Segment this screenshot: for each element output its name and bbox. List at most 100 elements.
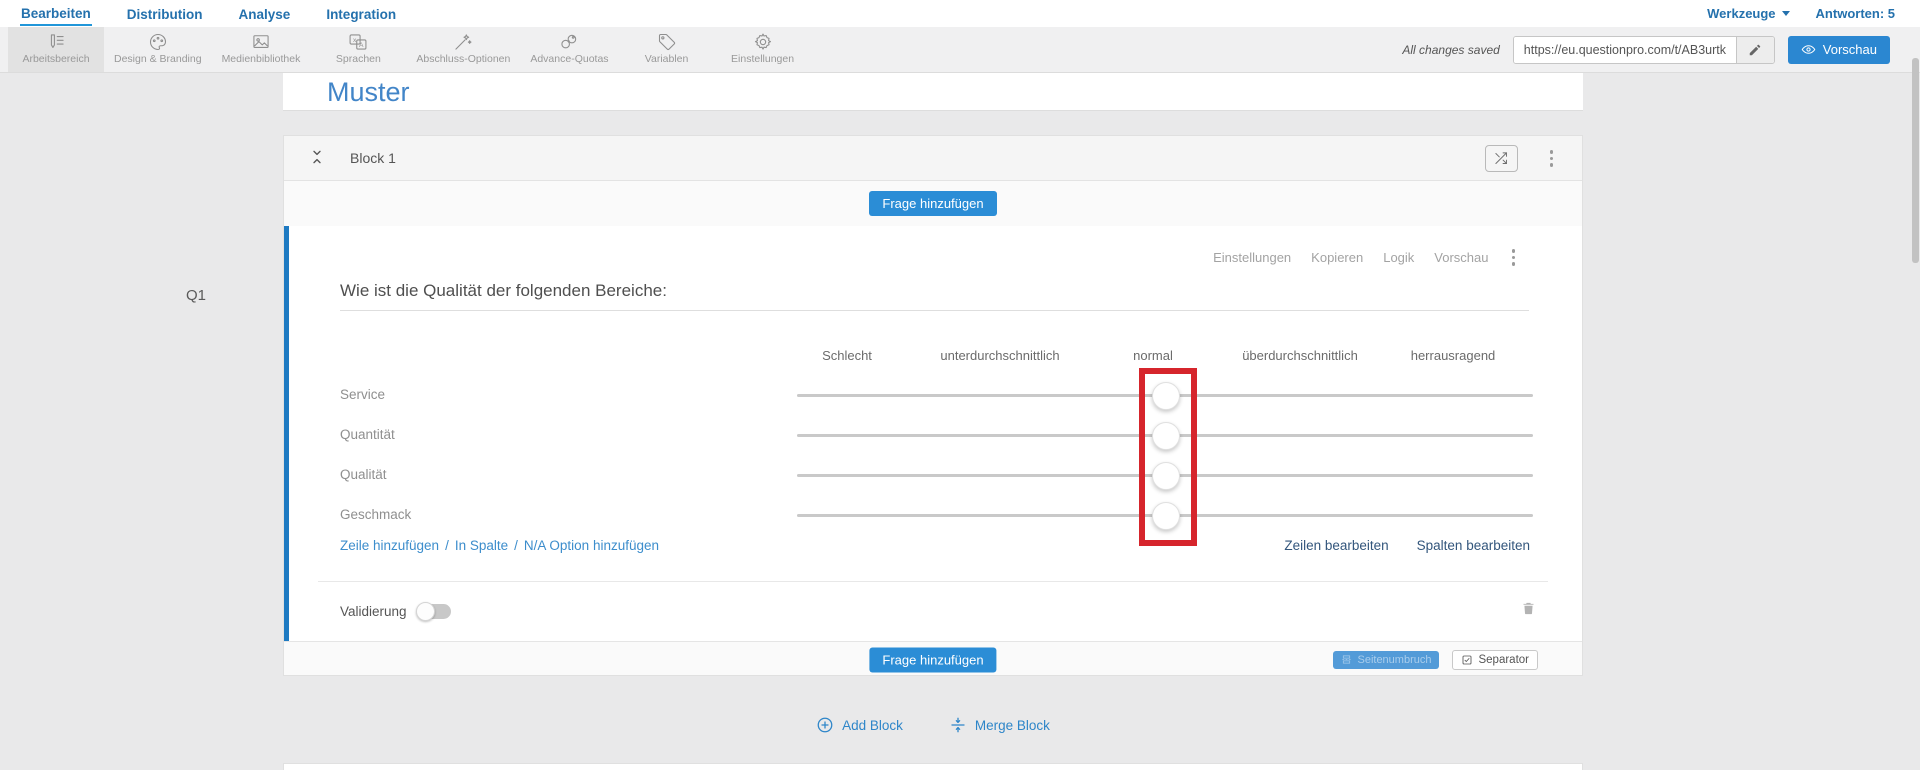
matrix-row: Service <box>284 376 1582 416</box>
toolbar-item-label: Design & Branding <box>114 53 202 65</box>
question-text-underline <box>340 310 1529 311</box>
add-block-button[interactable]: Add Block <box>816 716 903 734</box>
save-status: All changes saved <box>1402 42 1500 57</box>
edit-columns-link[interactable]: Spalten bearbeiten <box>1417 538 1530 553</box>
matrix-row-label[interactable]: Quantität <box>340 427 395 442</box>
toolbar-item-einstellungen[interactable]: Einstellungen <box>715 27 811 72</box>
tools-dropdown-label: Werkzeuge <box>1707 6 1776 21</box>
slider-handle[interactable] <box>1152 422 1180 450</box>
block-card: Block 1 Frage hinzufügen Einstellungen K… <box>283 135 1583 676</box>
question-card: Einstellungen Kopieren Logik Vorschau Wi… <box>284 226 1582 641</box>
plus-circle-icon <box>817 717 833 733</box>
toolbar-item-arbeitsbereich[interactable]: Arbeitsbereich <box>8 27 104 72</box>
question-menu-more-button[interactable] <box>1509 246 1519 269</box>
link-separator: / <box>514 538 518 553</box>
toolbar-item-sprachen[interactable]: xA Sprachen <box>310 27 406 72</box>
vertical-scrollbar[interactable] <box>1912 58 1919 263</box>
matrix-row-label[interactable]: Geschmack <box>340 507 411 522</box>
shuffle-questions-button[interactable] <box>1485 145 1518 172</box>
question-menu-einstellungen[interactable]: Einstellungen <box>1213 250 1291 265</box>
tab-bearbeiten[interactable]: Bearbeiten <box>20 2 92 26</box>
editor-toolbar: Arbeitsbereich Design & Branding Medienb… <box>0 27 1920 73</box>
add-question-button-top[interactable]: Frage hinzufügen <box>869 191 997 216</box>
add-row-link[interactable]: Zeile hinzufügen <box>340 538 439 553</box>
toolbar-item-advance-quotas[interactable]: Advance-Quotas <box>520 27 618 72</box>
separator-label: Separator <box>1478 653 1529 666</box>
media-library-icon <box>253 35 269 48</box>
shuffle-icon <box>1495 152 1507 164</box>
languages-icon: xA <box>349 34 367 50</box>
matrix-column-label: unterdurchschnittlich <box>940 348 1060 363</box>
validation-toggle[interactable] <box>415 601 451 621</box>
linked-rings-icon <box>561 34 577 49</box>
survey-title-card: Muster <box>283 73 1583 111</box>
question-links-row: Zeile hinzufügen / In Spalte / N/A Optio… <box>340 538 1530 553</box>
eye-icon <box>1801 45 1816 54</box>
toolbar-item-design-branding[interactable]: Design & Branding <box>104 27 212 72</box>
nav-tabs: Bearbeiten Distribution Analyse Integrat… <box>20 2 397 26</box>
matrix-column-label: herrausragend <box>1410 348 1496 363</box>
matrix-row-label[interactable]: Qualität <box>340 467 387 482</box>
link-separator: / <box>445 538 449 553</box>
slider-handle[interactable] <box>1152 502 1180 530</box>
block-menu-button[interactable] <box>1547 147 1557 170</box>
pencil-icon <box>1750 44 1761 55</box>
validation-row: Validierung <box>340 596 1536 626</box>
toolbar-item-abschluss-optionen[interactable]: Abschluss-Optionen <box>406 27 520 72</box>
responses-count[interactable]: Antworten: 5 <box>1816 6 1895 21</box>
question-menu-vorschau[interactable]: Vorschau <box>1434 250 1488 265</box>
merge-block-label: Merge Block <box>974 717 1050 733</box>
matrix-row: Quantität <box>284 416 1582 456</box>
trash-icon <box>1523 602 1534 615</box>
page-break-label: Seitenumbruch <box>1357 653 1432 666</box>
tab-analyse[interactable]: Analyse <box>238 3 292 25</box>
preview-button[interactable]: Vorschau <box>1787 35 1890 64</box>
block-actions: Add Block Merge Block <box>283 716 1583 734</box>
toolbar-right: All changes saved Vorschau <box>1402 27 1920 72</box>
matrix-row-label[interactable]: Service <box>340 387 385 402</box>
question-text[interactable]: Wie ist die Qualität der folgenden Berei… <box>340 281 667 301</box>
add-block-label: Add Block <box>842 717 903 733</box>
toolbar-item-label: Abschluss-Optionen <box>416 53 511 65</box>
collapse-icon <box>313 150 321 164</box>
gear-icon <box>754 33 771 50</box>
questionpro-survey-editor: Bearbeiten Distribution Analyse Integrat… <box>0 0 1920 770</box>
matrix-column-label: normal <box>1133 348 1173 363</box>
palette-icon <box>149 33 166 51</box>
tab-integration[interactable]: Integration <box>325 3 397 25</box>
collapse-block-button[interactable] <box>308 148 330 170</box>
edit-rows-link[interactable]: Zeilen bearbeiten <box>1284 538 1388 553</box>
delete-question-button[interactable] <box>1521 600 1536 622</box>
toolbar-item-label: Sprachen <box>335 53 381 65</box>
edit-url-button[interactable] <box>1735 36 1774 63</box>
page-break-button[interactable]: Seitenumbruch <box>1333 650 1440 669</box>
wand-icon <box>455 34 472 50</box>
toolbar-item-medienbibliothek[interactable]: Medienbibliothek <box>212 27 311 72</box>
block-title[interactable]: Block 1 <box>350 150 396 166</box>
add-na-option-link[interactable]: N/A Option hinzufügen <box>524 538 659 553</box>
in-column-link[interactable]: In Spalte <box>455 538 508 553</box>
slider-handle[interactable] <box>1152 382 1180 410</box>
footer-right-controls: Seitenumbruch Separator <box>1333 649 1538 670</box>
caret-down-icon <box>1781 11 1790 16</box>
toolbar-item-variablen[interactable]: Variablen <box>619 27 715 72</box>
matrix-column-label: Schlecht <box>822 348 872 363</box>
validation-label: Validierung <box>340 603 407 619</box>
survey-url-input[interactable] <box>1513 36 1736 63</box>
tools-dropdown[interactable]: Werkzeuge <box>1707 6 1790 21</box>
separator-button[interactable]: Separator <box>1452 649 1538 670</box>
survey-url-box <box>1512 35 1775 64</box>
slider-handle[interactable] <box>1152 462 1180 490</box>
add-option-links: Zeile hinzufügen / In Spalte / N/A Optio… <box>340 538 659 553</box>
workspace-icon <box>50 34 64 48</box>
tab-distribution[interactable]: Distribution <box>126 3 204 25</box>
next-block-card-edge <box>283 763 1583 770</box>
question-menu-logik[interactable]: Logik <box>1383 250 1414 265</box>
merge-block-button[interactable]: Merge Block <box>949 716 1050 734</box>
question-menu-kopieren[interactable]: Kopieren <box>1311 250 1363 265</box>
add-question-button-bottom[interactable]: Frage hinzufügen <box>869 647 997 672</box>
validation-control: Validierung <box>340 601 451 621</box>
question-menu: Einstellungen Kopieren Logik Vorschau <box>1213 246 1518 269</box>
survey-title[interactable]: Muster <box>327 77 410 108</box>
page-break-icon <box>1342 655 1352 664</box>
